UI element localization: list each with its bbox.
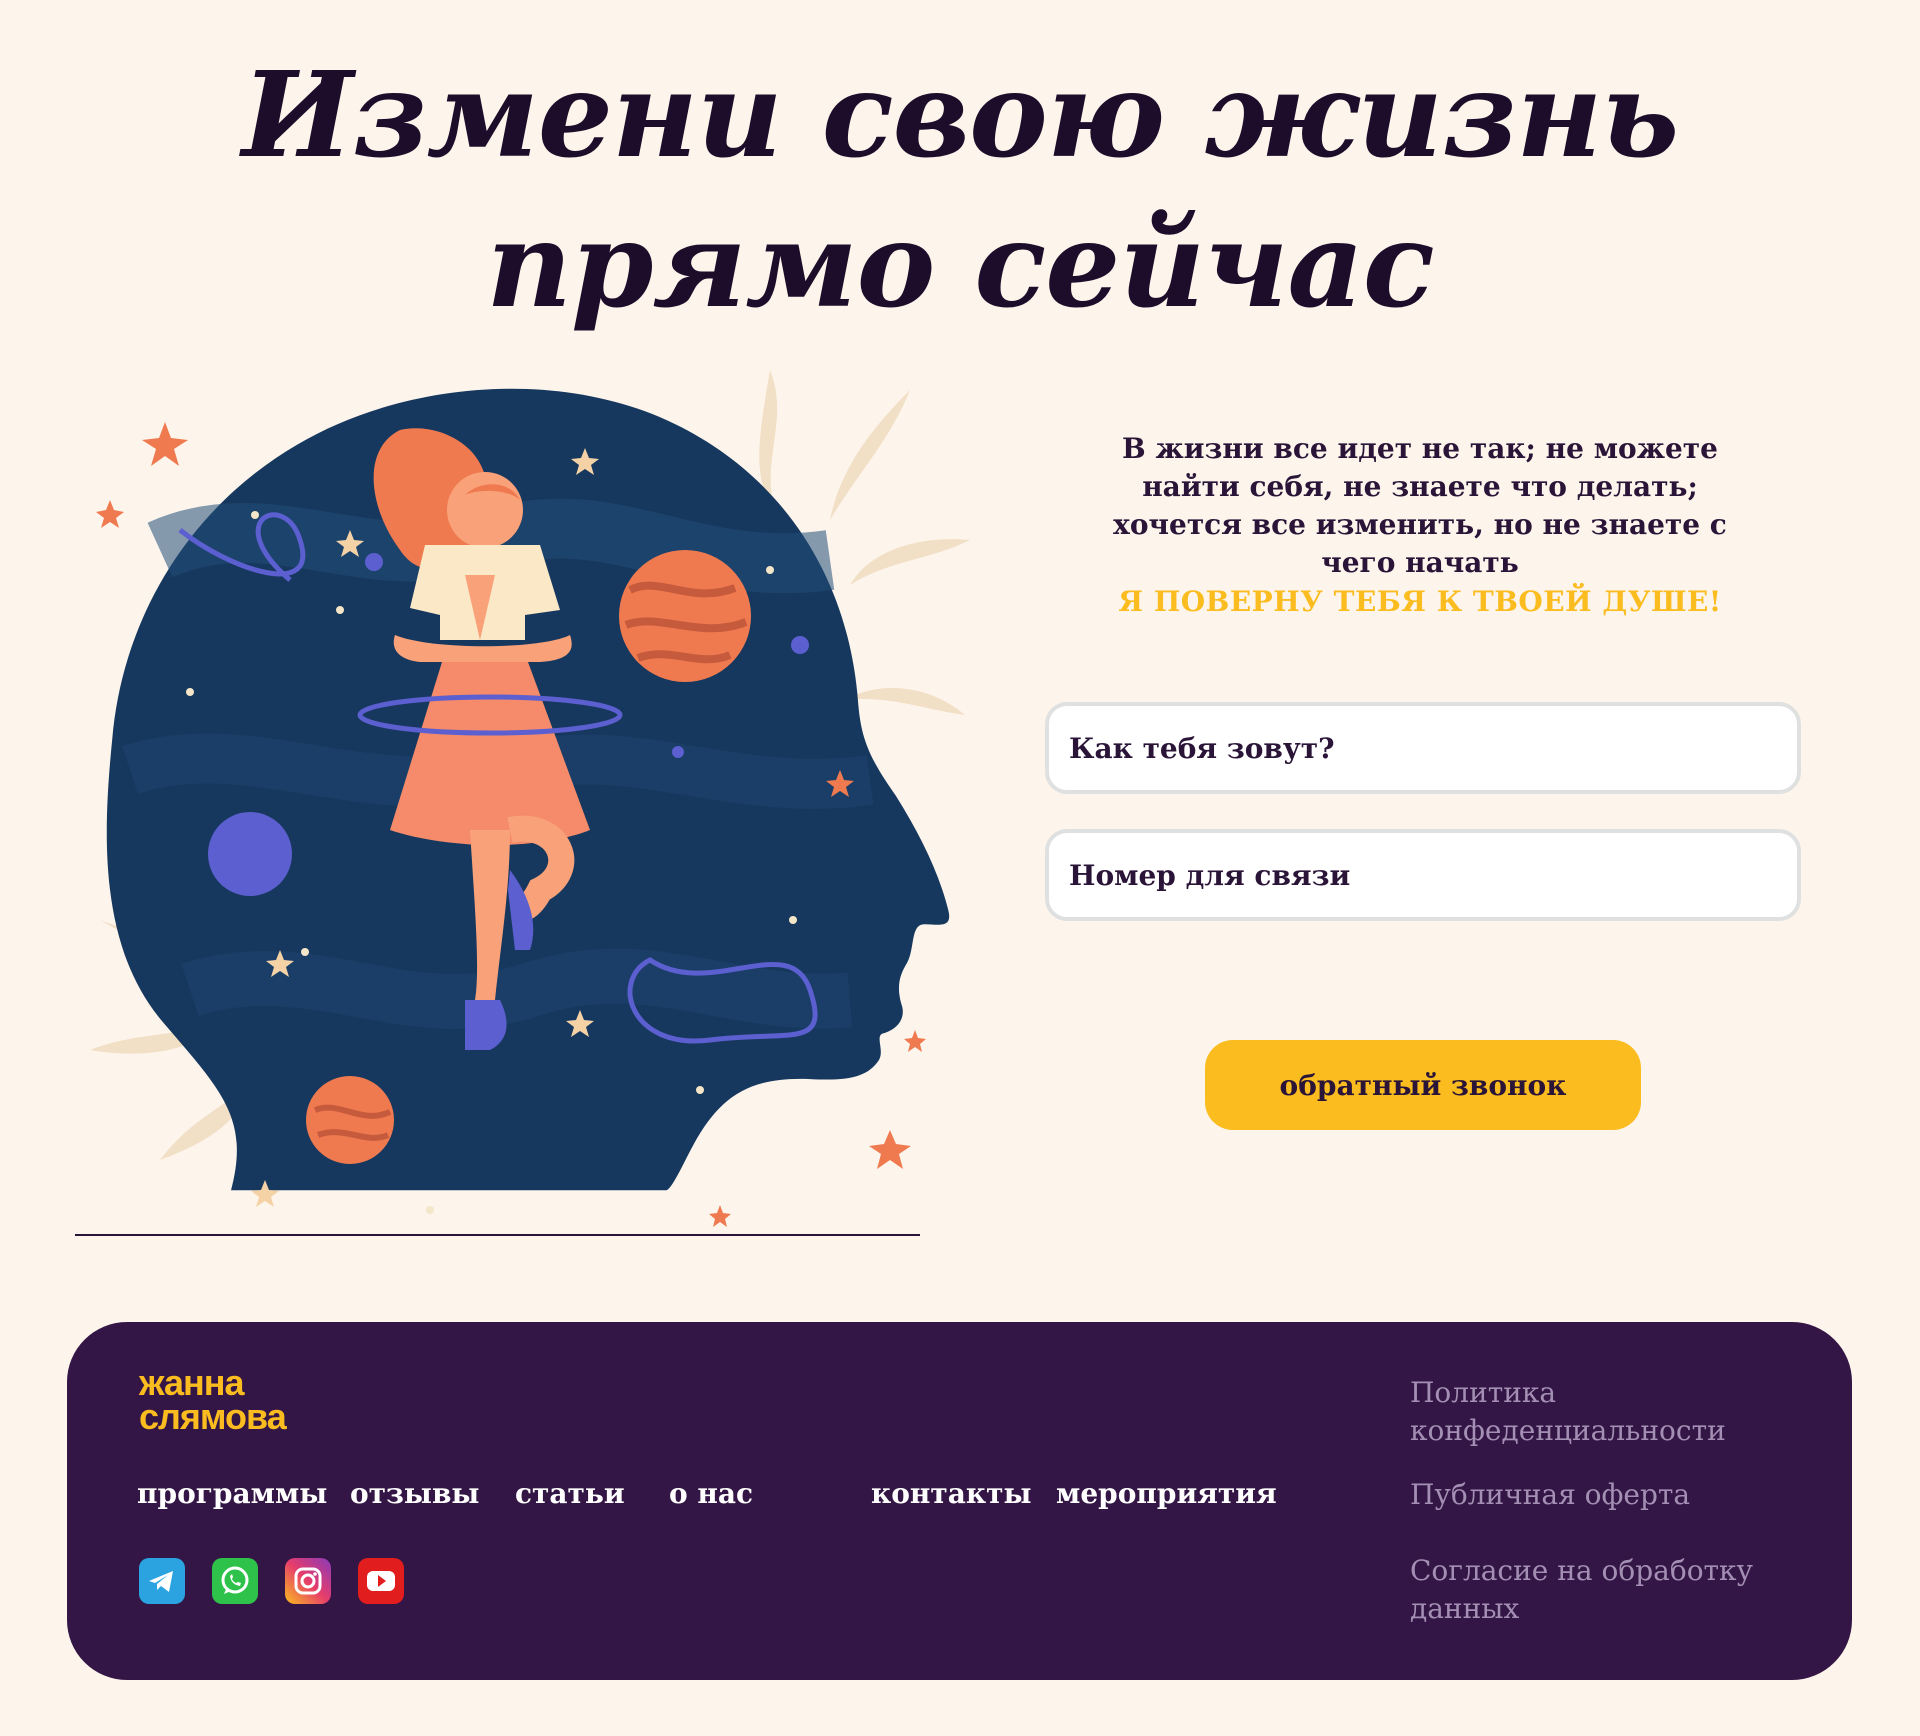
data-consent-link[interactable]: Согласие на обработку данных	[1410, 1552, 1810, 1628]
tagline: Я ПОВЕРНУ ТЕБЯ К ТВОЕЙ ДУШЕ!	[1118, 585, 1722, 618]
meditation-illustration	[75, 370, 970, 1236]
hero-title-line-2: прямо сейчас	[486, 195, 1435, 334]
nav-events[interactable]: мероприятия	[1056, 1477, 1277, 1510]
nav-about[interactable]: о нас	[669, 1477, 753, 1510]
planet-orange-small	[306, 1076, 394, 1164]
intro-text: В жизни все идет не так; не можете найти…	[1113, 432, 1727, 579]
planet-orange-large	[619, 550, 751, 682]
nav-contacts[interactable]: контакты	[871, 1477, 1032, 1510]
telegram-icon[interactable]	[139, 1558, 185, 1604]
public-offer-link[interactable]: Публичная оферта	[1410, 1476, 1810, 1514]
hero-title-line-1: Измени свою жизнь	[241, 45, 1679, 184]
planet-blue	[208, 812, 292, 896]
nav-programs[interactable]: программы	[137, 1477, 327, 1510]
privacy-policy-link[interactable]: Политика конфеденциальности	[1410, 1374, 1810, 1450]
nav-reviews[interactable]: отзывы	[350, 1477, 480, 1510]
hero-title: Измени свою жизнь прямо сейчас	[0, 40, 1920, 340]
whatsapp-icon[interactable]	[212, 1558, 258, 1604]
callback-button[interactable]: обратный звонок	[1205, 1040, 1641, 1130]
name-field[interactable]	[1045, 702, 1801, 794]
youtube-icon[interactable]	[358, 1558, 404, 1604]
nav-articles[interactable]: статьи	[515, 1477, 625, 1510]
phone-field[interactable]	[1045, 829, 1801, 921]
footer: жанна слямова программы отзывы статьи о …	[67, 1322, 1852, 1680]
logo-line-2: слямова	[139, 1396, 287, 1437]
logo-line-1: жанна	[139, 1362, 244, 1403]
instagram-icon[interactable]	[285, 1558, 331, 1604]
logo[interactable]: жанна слямова	[139, 1362, 287, 1437]
